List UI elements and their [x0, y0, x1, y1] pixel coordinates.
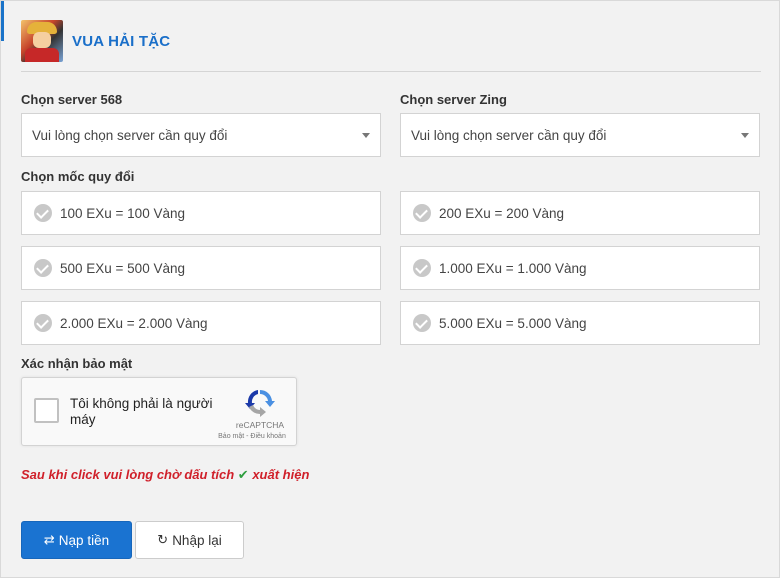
package-label: Chọn mốc quy đổi	[21, 169, 135, 184]
server-568-select[interactable]: Vui lòng chọn server cần quy đổi	[21, 113, 381, 157]
check-circle-icon	[34, 314, 52, 332]
exchange-panel: VUA HẢI TẶC Chọn server 568 Vui lòng chọ…	[0, 0, 780, 578]
header: VUA HẢI TẶC	[21, 19, 170, 63]
recaptcha-text: Tôi không phải là người máy	[70, 396, 213, 427]
recaptcha-brand: reCAPTCHA	[235, 420, 285, 430]
wait-note: Sau khi click vui lòng chờ dấu tích ✔ xu…	[21, 467, 309, 483]
package-option-200[interactable]: 200 EXu = 200 Vàng	[400, 191, 760, 235]
check-circle-icon	[34, 259, 52, 277]
package-option-100[interactable]: 100 EXu = 100 Vàng	[21, 191, 381, 235]
refresh-icon: ↻	[157, 532, 169, 547]
page-title: VUA HẢI TẶC	[72, 32, 171, 50]
package-option-5000[interactable]: 5.000 EXu = 5.000 Vàng	[400, 301, 760, 345]
wait-note-after: xuất hiện	[252, 467, 310, 482]
server-zing-label: Chọn server Zing	[400, 92, 507, 107]
server-zing-select[interactable]: Vui lòng chọn server cần quy đổi	[400, 113, 760, 157]
recaptcha-links[interactable]: Bảo mật - Điều khoản	[208, 433, 296, 440]
security-label: Xác nhận bảo mật	[21, 356, 133, 371]
check-circle-icon	[413, 259, 431, 277]
package-option-500[interactable]: 500 EXu = 500 Vàng	[21, 246, 381, 290]
game-logo-icon	[21, 20, 63, 62]
caret-down-icon	[362, 133, 370, 138]
server-568-select-value: Vui lòng chọn server cần quy đổi	[32, 127, 228, 143]
left-accent-bar	[1, 1, 4, 41]
header-divider	[21, 71, 761, 72]
package-option-label: 500 EXu = 500 Vàng	[60, 260, 185, 276]
caret-down-icon	[741, 133, 749, 138]
reset-button-label: Nhập lại	[172, 532, 222, 548]
package-option-label: 200 EXu = 200 Vàng	[439, 205, 564, 221]
package-option-2000[interactable]: 2.000 EXu = 2.000 Vàng	[21, 301, 381, 345]
recaptcha-logo-icon	[245, 389, 275, 417]
wait-note-before: Sau khi click vui lòng chờ dấu tích	[21, 467, 235, 482]
package-option-1000[interactable]: 1.000 EXu = 1.000 Vàng	[400, 246, 760, 290]
package-option-label: 100 EXu = 100 Vàng	[60, 205, 185, 221]
submit-button-label: Nạp tiền	[58, 532, 110, 548]
package-option-label: 5.000 EXu = 5.000 Vàng	[439, 315, 587, 331]
check-icon: ✔	[237, 467, 249, 482]
server-zing-select-value: Vui lòng chọn server cần quy đổi	[411, 127, 607, 143]
package-option-label: 2.000 EXu = 2.000 Vàng	[60, 315, 208, 331]
package-option-label: 1.000 EXu = 1.000 Vàng	[439, 260, 587, 276]
check-circle-icon	[34, 204, 52, 222]
check-circle-icon	[413, 204, 431, 222]
recaptcha-widget: Tôi không phải là người máy reCAPTCHA Bả…	[21, 377, 297, 446]
recaptcha-checkbox[interactable]	[34, 398, 59, 423]
check-circle-icon	[413, 314, 431, 332]
submit-button[interactable]: ⇄ Nạp tiền	[21, 521, 132, 559]
reset-button[interactable]: ↻ Nhập lại	[135, 521, 244, 559]
server-568-label: Chọn server 568	[21, 92, 123, 107]
exchange-arrows-icon: ⇄	[43, 532, 55, 547]
